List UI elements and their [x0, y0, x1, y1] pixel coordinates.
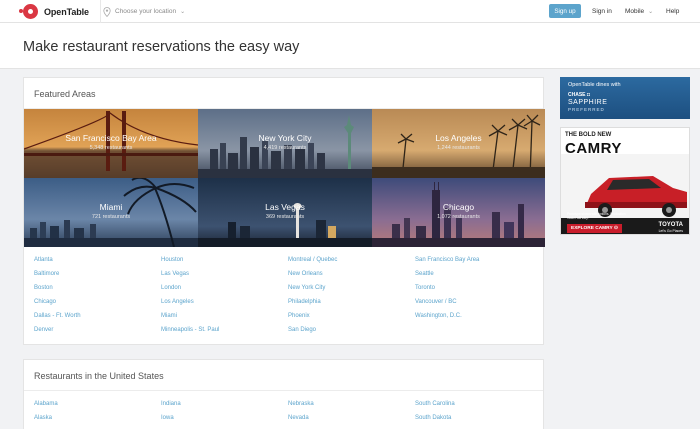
signup-button[interactable]: Sign up [549, 4, 581, 18]
link-column: Alabama Alaska [34, 399, 161, 427]
chicago-skyline-image [372, 178, 545, 247]
city-link[interactable]: Minneapolis - St. Paul [161, 325, 288, 339]
opentable-logo[interactable]: OpenTable [19, 4, 89, 19]
city-link[interactable]: New York City [288, 283, 415, 297]
featured-areas-title: Featured Areas [24, 78, 543, 109]
city-link[interactable]: San Francisco Bay Area [415, 255, 542, 269]
page-title: Make restaurant reservations the easy wa… [23, 39, 300, 55]
mobile-menu[interactable]: Mobile ⌄ [625, 0, 653, 23]
area-name: San Francisco Bay Area [65, 133, 157, 143]
area-name: New York City [258, 133, 312, 143]
city-link[interactable]: Los Angeles [161, 297, 288, 311]
state-link[interactable]: Indiana [161, 399, 288, 413]
golden-gate-image [24, 109, 198, 178]
ad-text: SAPPHIRE [568, 99, 608, 106]
city-link[interactable]: Denver [34, 325, 161, 339]
area-tile-los-angeles[interactable]: Los Angeles 1,244 restaurants [372, 109, 545, 178]
area-tile-chicago[interactable]: Chicago 1,072 restaurants [372, 178, 545, 247]
chase-sapphire-ad[interactable]: OpenTable dines with CHASE ◘ SAPPHIRE PR… [560, 77, 690, 119]
area-name: Miami [99, 202, 123, 212]
city-link[interactable]: Phoenix [288, 311, 415, 325]
city-link[interactable]: Las Vegas [161, 269, 288, 283]
link-column: Houston Las Vegas London Los Angeles Mia… [161, 255, 288, 339]
area-count: 5,348 restaurants [89, 145, 133, 151]
area-name: Los Angeles [435, 133, 482, 143]
new-york-skyline-image [198, 109, 372, 178]
us-restaurants-card: Restaurants in the United States Alabama… [23, 359, 544, 429]
palm-trees-image [372, 109, 545, 178]
top-header: OpenTable Choose your location ⌄ Sign up… [0, 0, 700, 23]
city-link[interactable]: Dallas - Ft. Worth [34, 311, 161, 325]
state-link[interactable]: Iowa [161, 413, 288, 427]
city-link[interactable]: San Diego [288, 325, 415, 339]
ad-fineprint: Prototype shown with options. Production… [567, 212, 626, 220]
ad-headline: THE BOLD NEW [565, 132, 612, 138]
explore-camry-button[interactable]: EXPLORE CAMRY ⊙ [567, 224, 622, 233]
chevron-down-icon: ⌄ [648, 9, 654, 15]
city-link[interactable]: Baltimore [34, 269, 161, 283]
state-links: Alabama Alaska Indiana Iowa Nebraska Nev… [24, 391, 543, 427]
area-count: 721 restaurants [91, 214, 131, 220]
ad-text: PREFERRED [568, 107, 605, 112]
area-name: Las Vegas [265, 202, 305, 212]
city-link[interactable]: Philadelphia [288, 297, 415, 311]
city-link[interactable]: Vancouver / BC [415, 297, 542, 311]
mobile-label: Mobile [625, 8, 645, 15]
city-link[interactable]: Miami [161, 311, 288, 325]
state-link[interactable]: Nebraska [288, 399, 415, 413]
featured-areas-grid: San Francisco Bay Area 5,348 restaurants [24, 109, 545, 247]
hero-banner: Make restaurant reservations the easy wa… [0, 23, 700, 69]
ad-text: OpenTable dines with [568, 82, 621, 88]
city-link[interactable]: Washington, D.C. [415, 311, 542, 325]
las-vegas-image [198, 178, 372, 247]
area-tile-san-francisco[interactable]: San Francisco Bay Area 5,348 restaurants [24, 109, 198, 178]
chevron-down-icon: ⌄ [180, 9, 186, 15]
city-link[interactable]: London [161, 283, 288, 297]
chase-logo: CHASE ◘ [568, 92, 590, 98]
link-column: San Francisco Bay Area Seattle Toronto V… [415, 255, 542, 339]
state-link[interactable]: South Carolina [415, 399, 542, 413]
state-link[interactable]: Nevada [288, 413, 415, 427]
brand-name: OpenTable [44, 6, 89, 17]
toyota-camry-ad[interactable]: THE BOLD NEW CAMRY Prototype shown with … [560, 127, 690, 235]
state-link[interactable]: Alabama [34, 399, 161, 413]
location-placeholder: Choose your location [115, 8, 177, 15]
area-tile-miami[interactable]: Miami 721 restaurants [24, 178, 198, 247]
city-link[interactable]: Montreal / Quebec [288, 255, 415, 269]
help-link[interactable]: Help [666, 0, 679, 23]
signin-link[interactable]: Sign in [592, 0, 612, 23]
area-tile-new-york[interactable]: New York City 4,419 restaurants [198, 109, 372, 178]
city-link[interactable]: New Orleans [288, 269, 415, 283]
city-link[interactable]: Toronto [415, 283, 542, 297]
link-column: Montreal / Quebec New Orleans New York C… [288, 255, 415, 339]
city-link[interactable]: Chicago [34, 297, 161, 311]
location-selector[interactable]: Choose your location ⌄ [100, 0, 185, 23]
city-link[interactable]: Seattle [415, 269, 542, 283]
area-count: 4,419 restaurants [263, 145, 307, 151]
featured-city-links: Atlanta Baltimore Boston Chicago Dallas … [24, 247, 543, 339]
area-count: 1,072 restaurants [437, 214, 480, 220]
link-column: Indiana Iowa [161, 399, 288, 427]
state-link[interactable]: South Dakota [415, 413, 542, 427]
link-column: South Carolina South Dakota [415, 399, 542, 427]
featured-areas-card: Featured Areas San Francisco Bay Area 5,… [23, 77, 545, 345]
city-link[interactable]: Houston [161, 255, 288, 269]
location-pin-icon [103, 6, 111, 17]
ad-tagline: Let's Go Places [658, 229, 683, 233]
state-link[interactable]: Alaska [34, 413, 161, 427]
toyota-logo: TOYOTA [658, 222, 683, 228]
link-column: Atlanta Baltimore Boston Chicago Dallas … [34, 255, 161, 339]
us-restaurants-title: Restaurants in the United States [24, 360, 543, 391]
city-link[interactable]: Atlanta [34, 255, 161, 269]
city-link[interactable]: Boston [34, 283, 161, 297]
miami-skyline-image [24, 178, 198, 247]
area-tile-las-vegas[interactable]: Las Vegas 369 restaurants [198, 178, 372, 247]
area-count: 1,244 restaurants [437, 145, 480, 151]
opentable-logo-icon [19, 4, 38, 19]
area-count: 369 restaurants [265, 214, 305, 220]
area-name: Chicago [442, 202, 475, 212]
link-column: Nebraska Nevada [288, 399, 415, 427]
